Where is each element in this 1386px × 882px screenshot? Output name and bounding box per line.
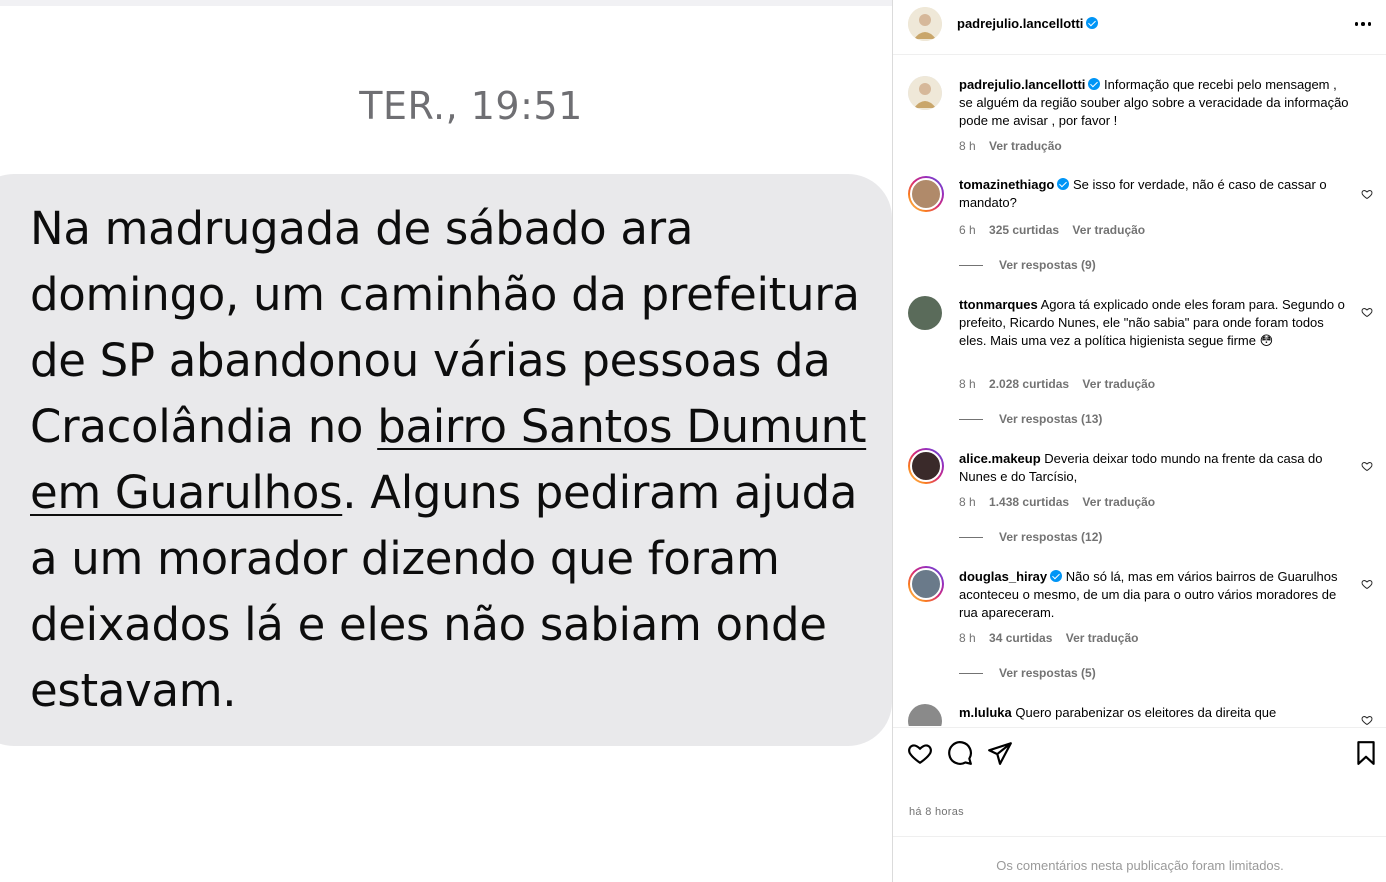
comment-translate-link[interactable]: Ver tradução bbox=[1082, 495, 1155, 509]
comment-body: alice.makeup Deveria deixar todo mundo n… bbox=[959, 450, 1351, 486]
view-replies-button[interactable]: Ver respostas (13) bbox=[959, 412, 1102, 426]
comment-avatar[interactable] bbox=[908, 176, 944, 212]
comment-meta: 6 h 325 curtidas Ver tradução bbox=[959, 223, 1155, 237]
comment-time: 8 h bbox=[959, 631, 976, 645]
verified-badge-icon bbox=[1088, 78, 1101, 90]
comment-likes[interactable]: 2.028 curtidas bbox=[989, 377, 1069, 391]
comment-avatar[interactable] bbox=[908, 448, 944, 484]
comment-translate-link[interactable]: Ver tradução bbox=[1066, 631, 1139, 645]
caption-time: 8 h bbox=[959, 139, 976, 153]
comment-username[interactable]: m.luluka bbox=[959, 705, 1012, 720]
heart-icon[interactable] bbox=[1361, 306, 1373, 318]
comment-username[interactable]: tomazinethiago bbox=[959, 177, 1054, 192]
caption-translate-link[interactable]: Ver tradução bbox=[989, 139, 1062, 153]
heart-icon[interactable] bbox=[1361, 188, 1373, 200]
comment-time: 8 h bbox=[959, 495, 976, 509]
comment-meta: 8 h 1.438 curtidas Ver tradução bbox=[959, 495, 1165, 509]
comment-username[interactable]: douglas_hiray bbox=[959, 569, 1047, 584]
comment-username[interactable]: ttonmarques bbox=[959, 297, 1038, 312]
heart-icon[interactable] bbox=[907, 740, 933, 766]
comments-limited-notice: Os comentários nesta publicação foram li… bbox=[893, 836, 1386, 882]
post-header: padrejulio.lancellotti bbox=[893, 0, 1386, 55]
comment-body: douglas_hiray Não só lá, mas em vários b… bbox=[959, 568, 1351, 622]
author-avatar[interactable] bbox=[908, 7, 942, 41]
verified-badge-icon bbox=[1057, 178, 1070, 190]
image-top-strip bbox=[0, 0, 892, 6]
verified-badge-icon bbox=[1086, 17, 1099, 29]
message-text: Na madrugada de sábado ara domingo, um c… bbox=[30, 196, 880, 724]
heart-icon[interactable] bbox=[1361, 714, 1373, 726]
heart-icon[interactable] bbox=[1361, 460, 1373, 472]
comment-translate-link[interactable]: Ver tradução bbox=[1082, 377, 1155, 391]
comment-translate-link[interactable]: Ver tradução bbox=[1072, 223, 1145, 237]
comment-username[interactable]: alice.makeup bbox=[959, 451, 1041, 466]
post-side-panel: padrejulio.lancellotti padrejulio.lancel… bbox=[892, 0, 1386, 882]
caption-body: padrejulio.lancellotti Informação que re… bbox=[959, 76, 1351, 130]
view-replies-button[interactable]: Ver respostas (5) bbox=[959, 666, 1096, 680]
verified-badge-icon bbox=[1050, 570, 1063, 582]
share-icon[interactable] bbox=[987, 740, 1013, 766]
post-time-ago[interactable]: há 8 horas bbox=[909, 806, 964, 818]
caption-meta: 8 h Ver tradução bbox=[959, 139, 1072, 153]
view-replies-button[interactable]: Ver respostas (12) bbox=[959, 530, 1102, 544]
comment-avatar[interactable] bbox=[908, 296, 942, 330]
comment-avatar[interactable] bbox=[908, 566, 944, 602]
comment-meta: 8 h 34 curtidas Ver tradução bbox=[959, 631, 1148, 645]
comment-time: 8 h bbox=[959, 377, 976, 391]
comment-meta: 8 h 2.028 curtidas Ver tradução bbox=[959, 377, 1165, 391]
heart-icon[interactable] bbox=[1361, 578, 1373, 590]
comment-body: m.luluka Quero parabenizar os eleitores … bbox=[959, 704, 1351, 722]
author-avatar-image bbox=[908, 7, 942, 41]
comments-list[interactable]: padrejulio.lancellotti Informação que re… bbox=[893, 56, 1386, 726]
comment-likes[interactable]: 325 curtidas bbox=[989, 223, 1059, 237]
comment-likes[interactable]: 1.438 curtidas bbox=[989, 495, 1069, 509]
comment-body: ttonmarques Agora tá explicado onde eles… bbox=[959, 296, 1351, 350]
author-username[interactable]: padrejulio.lancellotti bbox=[957, 16, 1099, 31]
caption-username[interactable]: padrejulio.lancellotti bbox=[959, 77, 1085, 92]
comment-icon[interactable] bbox=[947, 740, 973, 766]
comment-body: tomazinethiago Se isso for verdade, não … bbox=[959, 176, 1351, 212]
comment-text: Quero parabenizar os eleitores da direit… bbox=[1015, 705, 1277, 720]
message-timestamp: TER., 19:51 bbox=[359, 84, 583, 128]
caption-avatar-image bbox=[908, 76, 942, 110]
more-horizontal-icon[interactable] bbox=[1351, 12, 1375, 36]
caption-avatar[interactable] bbox=[908, 76, 942, 110]
comment-time: 6 h bbox=[959, 223, 976, 237]
post-image: TER., 19:51 Na madrugada de sábado ara d… bbox=[0, 0, 892, 882]
comment-avatar[interactable] bbox=[908, 704, 942, 726]
comment-likes[interactable]: 34 curtidas bbox=[989, 631, 1052, 645]
bookmark-icon[interactable] bbox=[1353, 740, 1379, 766]
view-replies-button[interactable]: Ver respostas (9) bbox=[959, 258, 1096, 272]
post-actions: há 8 horas bbox=[893, 727, 1386, 837]
